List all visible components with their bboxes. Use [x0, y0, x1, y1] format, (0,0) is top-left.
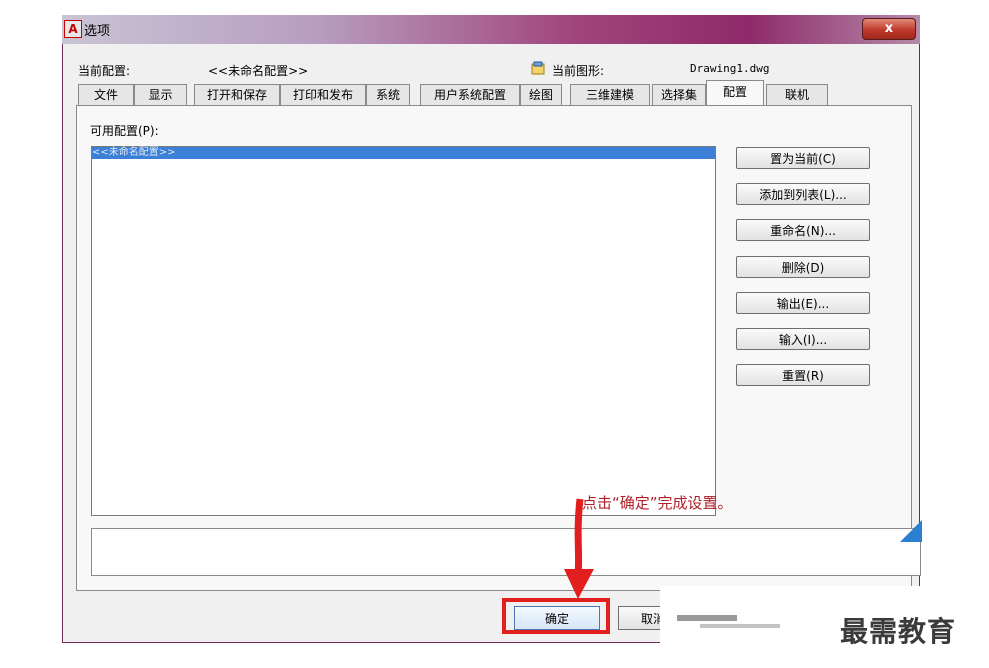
available-profiles-label: 可用配置(P):: [90, 124, 159, 138]
autocad-icon: A: [64, 20, 82, 38]
blur-mark: [700, 624, 780, 628]
tab-plot-publish[interactable]: 打印和发布: [280, 84, 366, 105]
reset-button[interactable]: 重置(R): [736, 364, 870, 386]
blur-mark: [677, 615, 737, 621]
current-drawing-label: 当前图形:: [552, 64, 605, 78]
delete-button[interactable]: 删除(D): [736, 256, 870, 278]
watermark: 最需教育: [840, 615, 957, 648]
tab-selection[interactable]: 选择集: [652, 84, 706, 105]
tab-files[interactable]: 文件: [78, 84, 134, 105]
tab-online[interactable]: 联机: [766, 84, 828, 105]
window-title: 选项: [84, 24, 111, 39]
tab-drafting[interactable]: 绘图: [520, 84, 562, 105]
corner-decoration: [900, 520, 922, 542]
ok-highlight-box: [502, 598, 610, 634]
red-arrow-icon: [564, 498, 594, 599]
list-item[interactable]: <<未命名配置>>: [92, 147, 715, 159]
tab-profiles[interactable]: 配置: [706, 80, 764, 106]
tab-display[interactable]: 显示: [134, 84, 187, 105]
tab-open-save[interactable]: 打开和保存: [194, 84, 280, 105]
current-drawing-value: Drawing1.dwg: [690, 62, 770, 75]
tab-3d-modeling[interactable]: 三维建模: [570, 84, 650, 105]
title-bar[interactable]: [62, 15, 920, 44]
drawing-icon: [531, 61, 545, 75]
description-box: [91, 528, 921, 576]
set-current-button[interactable]: 置为当前(C): [736, 147, 870, 169]
add-to-list-button[interactable]: 添加到列表(L)...: [736, 183, 870, 205]
close-button[interactable]: x: [862, 18, 916, 40]
close-icon: x: [884, 21, 894, 36]
export-button[interactable]: 输出(E)...: [736, 292, 870, 314]
import-button[interactable]: 输入(I)...: [736, 328, 870, 350]
tab-user-preferences[interactable]: 用户系统配置: [420, 84, 520, 105]
current-profile-value: <<未命名配置>>: [208, 64, 309, 78]
tab-system[interactable]: 系统: [366, 84, 410, 105]
current-profile-label: 当前配置:: [78, 64, 131, 78]
profiles-list[interactable]: [91, 146, 716, 516]
rename-button[interactable]: 重命名(N)...: [736, 219, 870, 241]
